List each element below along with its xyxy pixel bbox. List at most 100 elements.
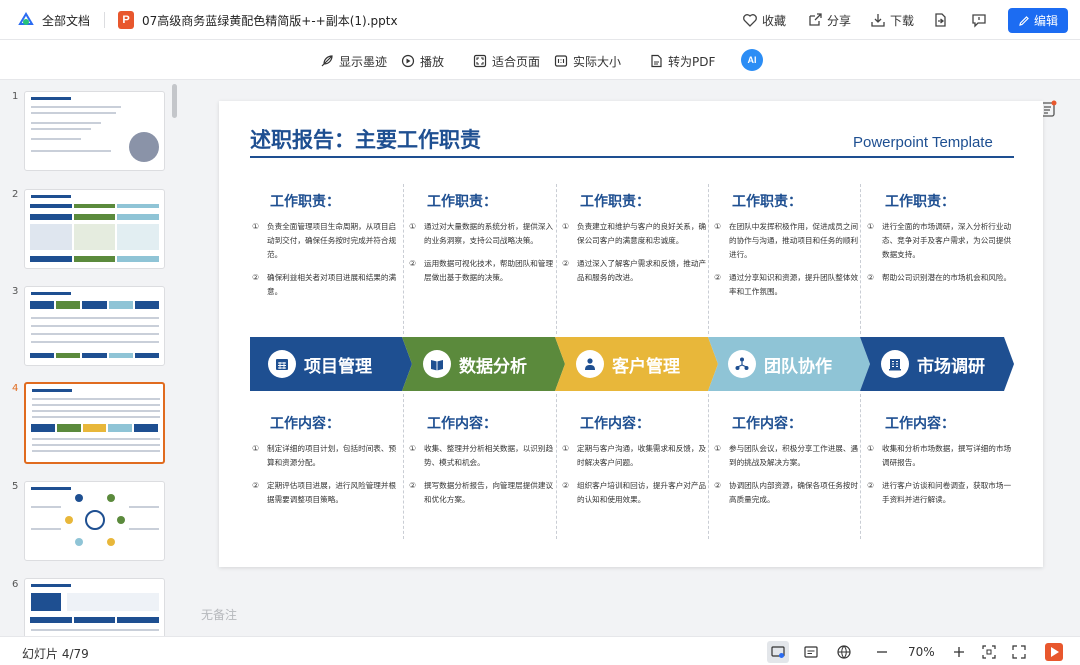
item-text: 负责建立和维护与客户的良好关系，确保公司客户的满意度和忠诚度。 [577, 222, 707, 245]
item-number: ② [562, 259, 570, 268]
slide-thumbnail-5[interactable] [24, 481, 165, 561]
slide-thumbnail-3[interactable] [24, 286, 165, 366]
thumb-title-bar [31, 292, 71, 295]
thumb-block [67, 593, 159, 611]
item-number: ① [252, 222, 260, 231]
fit-window-button[interactable] [980, 643, 998, 661]
content-column-3: 工作内容： ① 定期与客户沟通，收集需求和反馈，及时解决客户问题。 ② 组织客户培训… [562, 413, 712, 516]
thumb-dot [117, 516, 125, 524]
thumb-band [30, 256, 160, 262]
fullscreen-button[interactable] [1010, 643, 1028, 661]
download-icon [871, 14, 885, 27]
list-item: ① 制定详细的项目计划，包括时间表、预算和资源分配。 [252, 442, 402, 470]
fit-page-button[interactable]: 适合页面 [473, 52, 540, 70]
slide-thumbnail-4[interactable] [24, 382, 165, 464]
zoom-in-button[interactable] [950, 643, 968, 661]
thumb-band [30, 224, 160, 250]
show-ink-button[interactable]: 显示墨迹 [320, 52, 387, 70]
download-button[interactable]: 下载 [870, 11, 914, 29]
content-heading: 工作内容： [427, 416, 497, 432]
actual-size-button[interactable]: 实际大小 [554, 52, 621, 70]
category-market-research: 市场调研 [881, 337, 985, 391]
thumb-text-line [31, 122, 101, 124]
category-label: 项目管理 [304, 356, 372, 377]
all-docs-link[interactable]: 全部文档 [42, 12, 90, 29]
item-text: 组织客户培训和回访，提升客户对产品的认知和使用效果。 [577, 481, 707, 504]
globe-icon [837, 645, 851, 659]
play-button[interactable]: 播放 [401, 52, 444, 70]
share-label: 分享 [827, 13, 852, 28]
item-text: 参与团队会议，积极分享工作进展、遇到的挑战及解决方案。 [729, 444, 859, 467]
current-slide[interactable]: 述职报告：主要工作职责 Powerpoint Template 工作职责： ①负… [219, 101, 1043, 567]
thumb-text-line [31, 317, 159, 319]
thumb-text-line [31, 106, 121, 108]
zoom-out-button[interactable] [873, 643, 891, 661]
language-button[interactable] [835, 643, 853, 661]
duty-column-1: 工作职责： ① 负责全面管理项目生命周期，从项目启动到交付，确保任务按时完成并符合… [252, 191, 402, 308]
slide-thumbnail-6[interactable] [24, 578, 165, 636]
thumbnail-scrollbar[interactable] [172, 84, 177, 118]
ai-assistant-icon[interactable]: AI [741, 49, 763, 71]
thumb-text-line [31, 150, 111, 152]
category-project-management: 项目管理 [268, 337, 372, 391]
content-heading: 工作内容： [885, 416, 955, 432]
user-group-icon [576, 350, 604, 378]
comment-icon [972, 14, 986, 28]
thumb-block [31, 593, 61, 611]
convert-pdf-button[interactable]: 转为PDF [649, 52, 715, 70]
export-button[interactable] [932, 11, 948, 29]
thumb-band [30, 301, 160, 309]
item-number: ② [252, 481, 260, 490]
normal-view-button[interactable] [767, 641, 789, 663]
item-text: 确保利益相关者对项目进展和结果的满意。 [267, 273, 397, 296]
thumb-text-line [32, 416, 160, 418]
slide-thumbnail-1[interactable] [24, 91, 165, 171]
comment-button[interactable] [971, 11, 987, 29]
thumb-title-bar [31, 195, 71, 198]
slide-thumbnail-2[interactable] [24, 189, 165, 269]
cloud-icon[interactable] [16, 11, 36, 29]
list-item: ② 通过深入了解客户需求和反馈，推动产品和服务的改进。 [562, 257, 712, 285]
duty-heading: 工作职责： [885, 194, 955, 210]
favorite-button[interactable]: 收藏 [742, 11, 786, 29]
thumb-dot [65, 516, 73, 524]
expand-icon [1012, 645, 1026, 659]
show-ink-label: 显示墨迹 [339, 54, 388, 69]
item-number: ① [867, 444, 875, 453]
item-number: ② [409, 259, 417, 268]
thumb-text-line [31, 325, 159, 327]
item-number: ② [409, 481, 417, 490]
download-label: 下载 [890, 13, 915, 28]
duty-column-5: 工作职责： ① 进行全面的市场调研，深入分析行业动态、竞争对手及客户需求，为公司提… [867, 191, 1017, 294]
slideshow-play-icon[interactable] [1045, 643, 1063, 661]
notes-placeholder[interactable]: 无备注 [201, 606, 237, 623]
document-export-icon [935, 13, 946, 27]
item-number: ① [562, 222, 570, 231]
list-item: ① 定期与客户沟通，收集需求和反馈，及时解决客户问题。 [562, 442, 712, 470]
open-book-icon [423, 350, 451, 378]
thumb-band [31, 424, 158, 432]
category-label: 客户管理 [612, 356, 680, 377]
item-number: ② [867, 273, 875, 282]
thumb-number: 6 [12, 579, 19, 590]
plus-icon [954, 647, 964, 657]
zoom-level[interactable]: 70% [908, 645, 935, 659]
item-number: ① [409, 444, 417, 453]
item-number: ① [409, 222, 417, 231]
share-button[interactable]: 分享 [807, 11, 851, 29]
duty-column-3: 工作职责： ① 负责建立和维护与客户的良好关系，确保公司客户的满意度和忠诚度。 ②… [562, 191, 712, 294]
item-text: 运用数据可视化技术，帮助团队和管理层做出基于数据的决策。 [424, 259, 554, 282]
item-text: 撰写数据分析报告，向管理层提供建议和优化方案。 [424, 481, 554, 504]
notes-view-button[interactable] [802, 643, 820, 661]
category-teamwork: 团队协作 [728, 337, 832, 391]
network-icon [728, 350, 756, 378]
edit-button[interactable]: 编辑 [1008, 8, 1068, 33]
content-heading: 工作内容： [732, 416, 802, 432]
list-item: ② 撰写数据分析报告，向管理层提供建议和优化方案。 [409, 479, 559, 507]
building-icon [881, 350, 909, 378]
list-item: ② 通过分享知识和资源，提升团队整体效率和工作氛围。 [714, 271, 864, 299]
item-text: 进行全面的市场调研，深入分析行业动态、竞争对手及客户需求，为公司提供数据支持。 [882, 222, 1012, 259]
item-number: ② [714, 273, 722, 282]
thumb-text-line [32, 398, 160, 400]
category-customer-management: 客户管理 [576, 337, 680, 391]
